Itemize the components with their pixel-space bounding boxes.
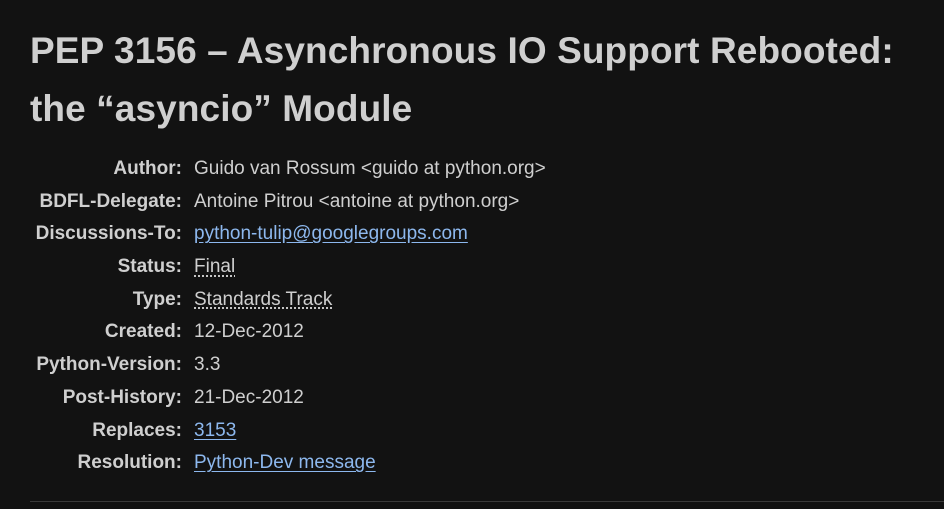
discussions-to-label: Discussions-To: xyxy=(35,223,182,245)
metadata-row-type: Type: Standards Track xyxy=(0,289,944,322)
resolution-link[interactable]: Python-Dev message xyxy=(194,452,376,474)
python-version-label: Python-Version: xyxy=(36,354,182,376)
metadata-row-discussions-to: Discussions-To: python-tulip@googlegroup… xyxy=(0,223,944,256)
metadata-row-author: Author: Guido van Rossum <guido at pytho… xyxy=(0,158,944,191)
metadata-row-post-history: Post-History: 21-Dec-2012 xyxy=(0,387,944,420)
post-history-value: 21-Dec-2012 xyxy=(194,386,304,408)
status-label: Status: xyxy=(117,256,182,278)
metadata-row-status: Status: Final xyxy=(0,256,944,289)
metadata-row-replaces: Replaces: 3153 xyxy=(0,420,944,453)
resolution-label: Resolution: xyxy=(77,452,183,474)
section-divider xyxy=(30,501,944,502)
author-value: Guido van Rossum <guido at python.org> xyxy=(194,158,546,179)
replaces-link[interactable]: 3153 xyxy=(194,420,236,442)
created-label: Created: xyxy=(104,321,182,343)
discussions-to-link[interactable]: python-tulip@googlegroups.com xyxy=(194,223,468,245)
metadata-row-created: Created: 12-Dec-2012 xyxy=(0,321,944,354)
metadata-row-python-version: Python-Version: 3.3 xyxy=(0,354,944,387)
page-title: PEP 3156 – Asynchronous IO Support Reboo… xyxy=(30,30,894,129)
pep-metadata-table: Author: Guido van Rossum <guido at pytho… xyxy=(0,158,944,485)
status-value[interactable]: Final xyxy=(194,256,235,278)
bdfl-delegate-value: Antoine Pitrou <antoine at python.org> xyxy=(194,190,520,212)
type-value[interactable]: Standards Track xyxy=(194,289,332,311)
bdfl-delegate-label: BDFL-Delegate: xyxy=(39,190,182,212)
replaces-label: Replaces: xyxy=(92,419,182,441)
metadata-row-resolution: Resolution: Python-Dev message xyxy=(0,452,944,485)
type-label: Type: xyxy=(132,288,182,310)
python-version-value: 3.3 xyxy=(194,354,221,376)
post-history-label: Post-History: xyxy=(62,386,182,408)
created-value: 12-Dec-2012 xyxy=(194,321,304,343)
author-label: Author: xyxy=(113,158,182,179)
metadata-row-bdfl-delegate: BDFL-Delegate: Antoine Pitrou <antoine a… xyxy=(0,191,944,224)
